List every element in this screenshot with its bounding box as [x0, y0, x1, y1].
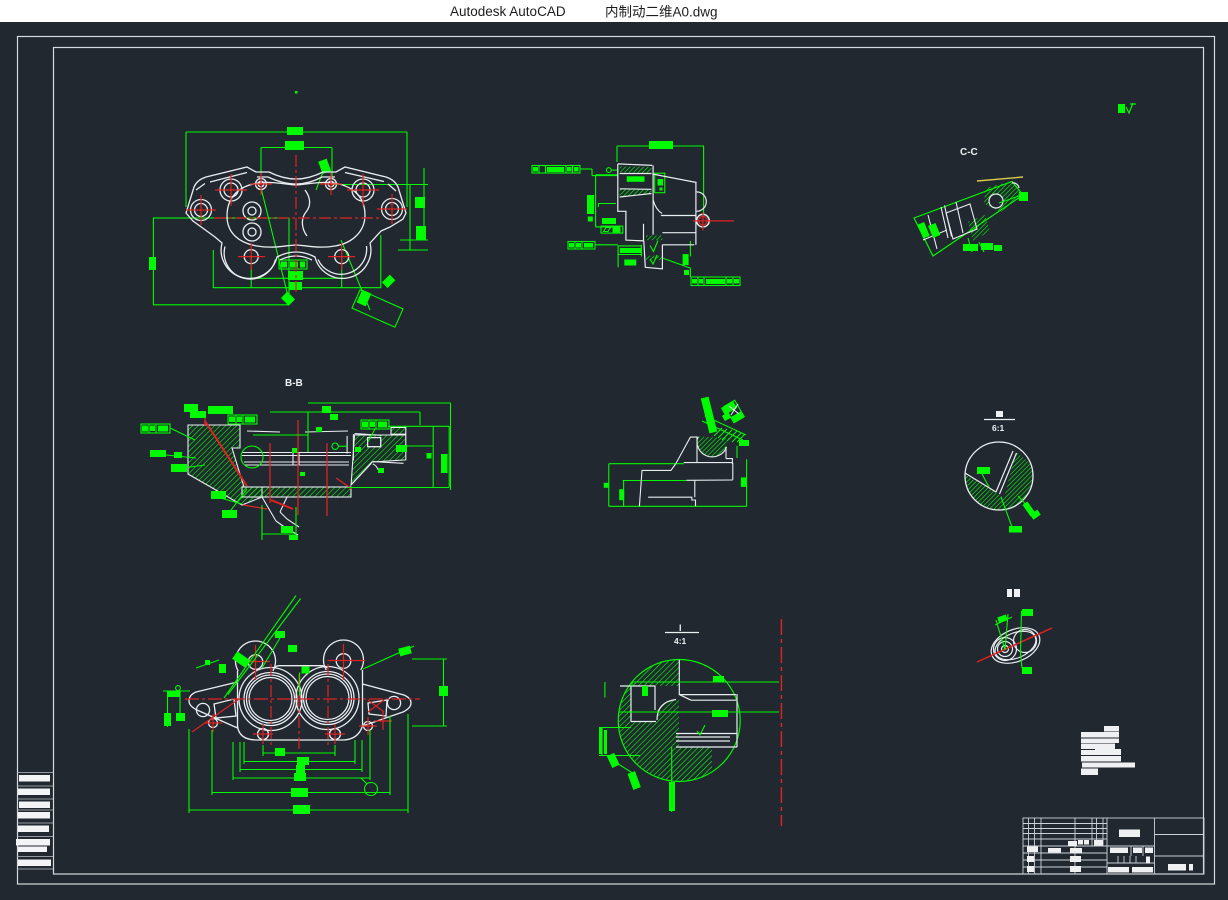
svg-text:C-C: C-C [960, 147, 978, 158]
svg-text:4:1: 4:1 [674, 636, 687, 646]
svg-text:I: I [679, 623, 682, 633]
svg-text:B-B: B-B [285, 378, 303, 389]
svg-text:Autodesk AutoCAD: Autodesk AutoCAD [450, 4, 566, 19]
svg-text:6:1: 6:1 [992, 423, 1005, 433]
svg-text:内制动二维A0.dwg: 内制动二维A0.dwg [605, 5, 718, 20]
